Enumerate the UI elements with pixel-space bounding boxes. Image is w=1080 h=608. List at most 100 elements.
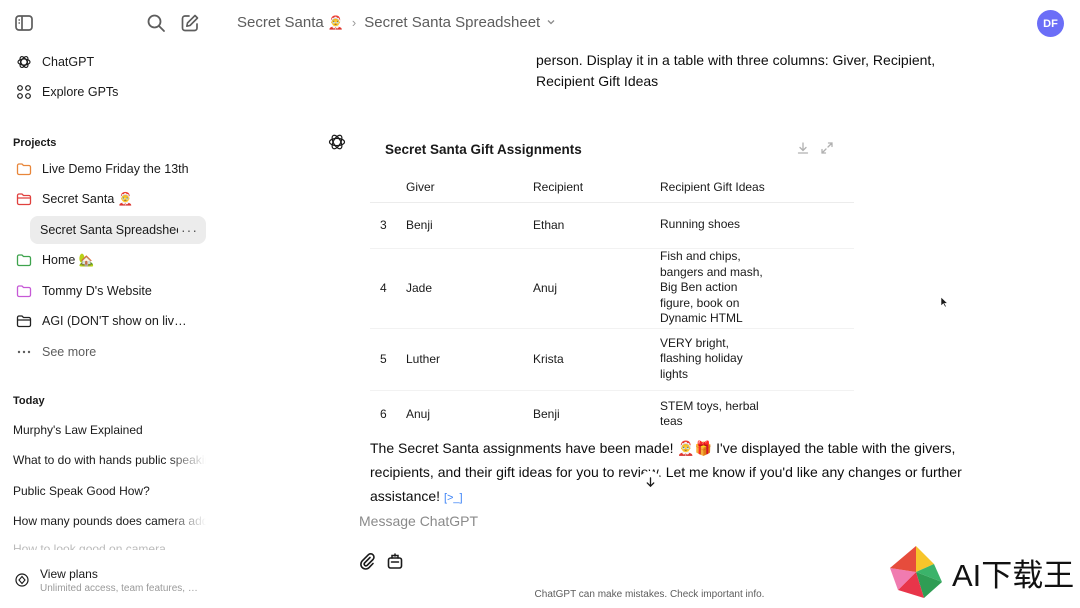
watermark-text: AI下载王 [952, 557, 1075, 593]
project-label: Tommy D's Website [42, 284, 152, 298]
view-plans-subtitle: Unlimited access, team features, and mor… [40, 582, 198, 594]
table-row: 5 Luther Krista VERY bright, flashing ho… [370, 328, 854, 391]
row-index: 5 [370, 328, 406, 391]
column-header-giver[interactable]: Giver [406, 172, 533, 203]
table-actions [796, 141, 834, 155]
breadcrumb-separator-icon: › [351, 15, 357, 30]
grid-icon [16, 84, 32, 100]
watermark-logo: AI下载王 [888, 544, 1078, 600]
chat-item[interactable]: What to do with hands public speaking [8, 446, 206, 474]
project-item-tommy-website[interactable]: Tommy D's Website [8, 277, 206, 305]
user-message: person. Display it in a table with three… [536, 52, 936, 89]
project-item-home[interactable]: Home 🏡 [8, 246, 206, 274]
folder-open-icon [16, 191, 32, 207]
chat-header: Secret Santa 🤶 › Secret Santa Spreadsheet… [215, 0, 1080, 46]
data-table-card: Secret Santa Gift Assignments Giver Reci… [370, 124, 855, 426]
projects-heading: Projects [13, 137, 57, 149]
mouse-cursor-icon [940, 296, 948, 308]
column-header-index [370, 172, 406, 203]
code-interpreter-source-link[interactable]: [>_] [444, 492, 463, 504]
nav-item-explore-gpts[interactable]: Explore GPTs [8, 78, 206, 106]
chat-item[interactable]: Murphy's Law Explained [8, 416, 206, 444]
breadcrumb-project[interactable]: Secret Santa 🤶 [237, 14, 344, 31]
folder-icon [16, 313, 32, 329]
cell-gift-ideas[interactable]: STEM toys, herbal teas [660, 390, 854, 426]
nav-item-label: ChatGPT [42, 55, 95, 69]
project-label: Secret Santa 🤶 [42, 191, 134, 206]
cell-gift-ideas[interactable]: Running shoes [660, 202, 854, 249]
sidebar-top-bar [0, 0, 215, 46]
watermark-kite-icon [890, 546, 942, 598]
cell-giver[interactable]: Luther [406, 328, 533, 391]
more-options-icon[interactable]: ··· [181, 222, 198, 238]
today-heading: Today [13, 395, 45, 407]
scroll-to-bottom-button[interactable] [639, 471, 661, 493]
cell-gift-ideas-text: VERY bright, flashing holiday lights [660, 335, 743, 381]
project-item-agi[interactable]: AGI (DON'T show on livestream) [8, 307, 206, 335]
column-header-gift-ideas[interactable]: Recipient Gift Ideas [660, 172, 854, 203]
table-row: 3 Benji Ethan Running shoes [370, 202, 854, 249]
expand-icon[interactable] [820, 141, 834, 155]
assistant-message: The Secret Santa assignments have been m… [370, 436, 970, 510]
paperclip-icon[interactable] [357, 551, 377, 571]
cell-giver[interactable]: Jade [406, 248, 533, 329]
breadcrumb: Secret Santa 🤶 › Secret Santa Spreadsheet [237, 14, 556, 31]
row-index: 3 [370, 202, 406, 249]
folder-icon [16, 283, 32, 299]
chat-title-label: Secret Santa Spreadsheet [364, 14, 541, 31]
search-icon[interactable] [145, 12, 167, 34]
upgrade-icon [14, 572, 30, 588]
message-input-placeholder: Message ChatGPT [359, 513, 479, 529]
view-plans-title: View plans [40, 566, 98, 581]
cell-recipient[interactable]: Krista [533, 328, 660, 391]
avatar[interactable]: DF [1037, 10, 1064, 37]
breadcrumb-project-emoji: 🤶 [327, 15, 344, 30]
tools-icon[interactable] [385, 551, 405, 571]
chat-item[interactable]: Public Speak Good How? [8, 477, 206, 505]
cell-gift-ideas-text: Running shoes [660, 217, 741, 232]
cell-giver[interactable]: Benji [406, 202, 533, 249]
chat-item-secret-santa-spreadsheet[interactable]: Secret Santa Spreadsheet ··· [30, 216, 206, 244]
view-plans-button[interactable]: View plans Unlimited access, team featur… [8, 560, 206, 600]
project-label: AGI (DON'T show on livestream) [42, 314, 188, 328]
ellipsis-icon [16, 344, 32, 360]
openai-logo-icon [16, 54, 32, 70]
folder-icon [16, 161, 32, 177]
cell-recipient[interactable]: Anuj [533, 248, 660, 329]
project-item-secret-santa[interactable]: Secret Santa 🤶 [8, 185, 206, 213]
cell-gift-ideas-text: Fish and chips, bangers and mash, Big Be… [660, 249, 763, 326]
folder-icon [16, 252, 32, 268]
breadcrumb-chat-title[interactable]: Secret Santa Spreadsheet [364, 14, 556, 31]
chevron-down-icon [547, 20, 555, 25]
new-chat-icon[interactable] [179, 12, 201, 34]
nav-item-label: Explore GPTs [42, 85, 119, 99]
project-label: Home 🏡 [42, 252, 95, 267]
project-item-live-demo[interactable]: Live Demo Friday the 13th [8, 155, 206, 183]
chat-item-faded: How to look good on camera [13, 542, 166, 550]
download-icon[interactable] [796, 141, 810, 155]
see-more-label: See more [42, 345, 97, 359]
chat-item[interactable]: How many pounds does camera add [8, 507, 206, 535]
toggle-sidebar-icon[interactable] [13, 12, 35, 34]
cell-gift-ideas-text: STEM toys, herbal teas [660, 398, 759, 427]
assignments-table: Giver Recipient Recipient Gift Ideas 3 B… [370, 172, 854, 426]
see-more-button[interactable]: See more [8, 338, 206, 366]
row-index: 6 [370, 390, 406, 426]
sidebar: ChatGPT Explore GPTs Projects Live Demo … [0, 0, 215, 608]
cell-recipient[interactable]: Benji [533, 390, 660, 426]
table-row: 4 Jade Anuj Fish and chips, bangers and … [370, 248, 854, 329]
table-row: 6 Anuj Benji STEM toys, herbal teas [370, 390, 854, 426]
cell-gift-ideas[interactable]: Fish and chips, bangers and mash, Big Be… [660, 248, 854, 329]
conversation: person. Display it in a table with three… [215, 46, 1080, 608]
chat-label: Secret Santa Spreadsheet [40, 223, 178, 237]
row-index: 4 [370, 248, 406, 329]
cell-gift-ideas[interactable]: VERY bright, flashing holiday lights [660, 328, 854, 391]
breadcrumb-project-label: Secret Santa [237, 14, 324, 31]
table-header-row: Giver Recipient Recipient Gift Ideas [370, 172, 854, 203]
cell-giver[interactable]: Anuj [406, 390, 533, 426]
nav-item-chatgpt[interactable]: ChatGPT [8, 48, 206, 76]
cell-recipient[interactable]: Ethan [533, 202, 660, 249]
openai-logo-icon [327, 132, 347, 152]
project-label: Live Demo Friday the 13th [42, 162, 189, 176]
column-header-recipient[interactable]: Recipient [533, 172, 660, 203]
